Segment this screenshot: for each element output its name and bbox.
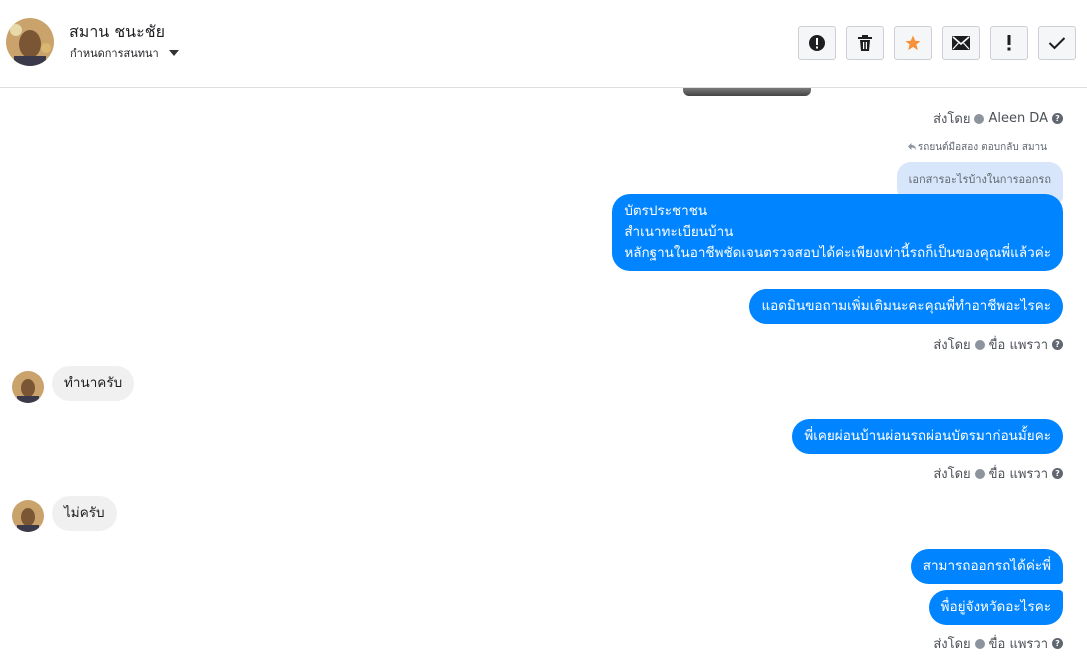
outgoing-message[interactable]: แอดมินขอถามเพิ่มเติมนะคะคุณพี่ทำอาชีพอะไ…: [749, 289, 1063, 324]
verified-icon: [974, 113, 985, 124]
sent-by-label: ส่งโดย Aleen DA ?: [933, 108, 1063, 129]
sender-name: ขื่อ แพรวา: [988, 338, 1048, 353]
sent-by-prefix: ส่งโดย: [933, 112, 971, 127]
sent-by-prefix: ส่งโดย: [933, 338, 971, 353]
mark-done-button[interactable]: [1038, 26, 1076, 60]
sent-by-label: ส่งโดย ขื่อ แพรวา ?: [933, 633, 1063, 654]
incoming-message[interactable]: ไม่ครับ: [52, 496, 117, 531]
contact-name[interactable]: สมาน ชนะชัย: [69, 20, 165, 45]
alert-circle-icon: [808, 34, 826, 52]
message-thread[interactable]: ส่งโดย Aleen DA ? รถยนต์มือสอง ตอบกลับ ส…: [0, 88, 1087, 661]
help-icon[interactable]: ?: [1052, 638, 1063, 649]
conversation-label-dropdown[interactable]: กำหนดการสนทนา: [70, 44, 179, 62]
incoming-message[interactable]: ทำนาครับ: [52, 366, 135, 401]
verified-icon: [974, 638, 985, 649]
spam-report-button[interactable]: [798, 26, 836, 60]
reply-context-text: รถยนต์มือสอง ตอบกลับ สมาน: [917, 142, 1047, 153]
checkmark-icon: [1048, 36, 1066, 50]
verified-icon: [974, 468, 985, 479]
trash-icon: [857, 34, 873, 52]
conversation-label-text: กำหนดการสนทนา: [70, 47, 159, 60]
reply-arrow-icon: [907, 142, 916, 153]
reply-context: รถยนต์มือสอง ตอบกลับ สมาน: [907, 140, 1047, 155]
delete-button[interactable]: [846, 26, 884, 60]
sent-by-prefix: ส่งโดย: [933, 467, 971, 482]
sent-by-prefix: ส่งโดย: [933, 637, 971, 652]
outgoing-message[interactable]: พื่อยู่จังหวัดอะไรคะ: [928, 590, 1063, 625]
outgoing-message[interactable]: สามารถออกรถได้ค่ะพี่: [910, 549, 1063, 584]
follow-up-button[interactable]: [990, 26, 1028, 60]
sender-name: ขื่อ แพรวา: [988, 637, 1048, 652]
help-icon[interactable]: ?: [1052, 113, 1063, 124]
sent-by-label: ส่งโดย ขื่อ แพรวา ?: [933, 334, 1063, 355]
star-icon: [904, 34, 922, 52]
image-attachment[interactable]: [683, 88, 811, 96]
help-icon[interactable]: ?: [1052, 468, 1063, 479]
message-line: หลักฐานในอาชีพชัดเจนตรวจสอบได้ค่ะเพียงเท…: [624, 245, 1051, 261]
message-line: สำเนาทะเบียนบ้าน: [624, 224, 734, 240]
sender-name: Aleen DA: [988, 111, 1048, 126]
sent-by-label: ส่งโดย ขื่อ แพรวา ?: [933, 463, 1063, 484]
contact-avatar-small[interactable]: [12, 371, 44, 403]
outgoing-message[interactable]: บัตรประชาชน สำเนาทะเบียนบ้าน หลักฐานในอา…: [612, 194, 1063, 271]
mark-unread-button[interactable]: [942, 26, 980, 60]
sender-name: ขื่อ แพรวา: [988, 467, 1048, 482]
help-icon[interactable]: ?: [1052, 339, 1063, 350]
caret-down-icon: [168, 50, 179, 56]
star-button[interactable]: [894, 26, 932, 60]
outgoing-message[interactable]: พี่เคยผ่อนบ้านผ่อนรถผ่อนบัตรมาก่อนมั้ยคะ: [792, 419, 1063, 454]
message-line: บัตรประชาชน: [624, 203, 708, 219]
verified-icon: [974, 339, 985, 350]
exclamation-icon: [1006, 35, 1012, 51]
contact-avatar[interactable]: [6, 18, 54, 66]
contact-avatar-small[interactable]: [12, 500, 44, 532]
conversation-header: สมาน ชนะชัย กำหนดการสนทนา: [0, 0, 1087, 88]
envelope-icon: [952, 36, 970, 50]
